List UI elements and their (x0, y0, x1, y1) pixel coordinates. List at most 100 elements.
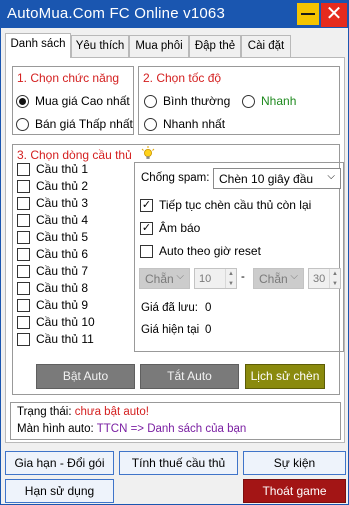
chevron-down-icon: ⌵ (290, 271, 298, 282)
auto-reset-checkbox[interactable]: Auto theo giờ reset (140, 244, 261, 258)
events-button[interactable]: Sự kiện (243, 451, 346, 475)
reset-to-parity-select[interactable]: Chẵn ⌵ (253, 268, 304, 289)
tab-dap-the[interactable]: Đập thẻ (189, 35, 241, 57)
player-label: Cầu thủ 1 (36, 162, 89, 176)
status-box: Trạng thái: chưa bật auto! Màn hình auto… (10, 402, 341, 440)
radio-ban-gia-thap-nhat[interactable]: Bán giá Thấp nhất (16, 117, 133, 131)
player-checkbox-6[interactable]: Cầu thủ 6 (17, 247, 88, 261)
exit-game-button[interactable]: Thoát game (243, 479, 346, 503)
radio-mua-gia-cao-nhat[interactable]: Mua giá Cao nhất (16, 94, 130, 108)
radio-label: Nhanh (261, 94, 297, 108)
player-list: Cầu thủ 1 Cầu thủ 2 Cầu thủ 3 Cầu thủ 4 … (17, 162, 129, 352)
player-checkbox-8[interactable]: Cầu thủ 8 (17, 281, 88, 295)
insert-history-button[interactable]: Lịch sử chèn (245, 364, 325, 389)
checkbox (17, 196, 30, 210)
renew-plan-button[interactable]: Gia hạn - Đổi gói (5, 451, 114, 475)
checkbox (17, 281, 30, 295)
radio-dot (144, 94, 157, 108)
player-checkbox-4[interactable]: Cầu thủ 4 (17, 213, 88, 227)
reset-to-hour-stepper[interactable]: 30 ▲ ▼ (308, 268, 341, 289)
reset-range-dash: - (241, 271, 245, 283)
current-price-value: 0 (205, 324, 212, 336)
spam-select[interactable]: Chèn 10 giây đầu ⌵ (213, 168, 341, 189)
stepper-value: 30 (313, 273, 326, 285)
tab-danh-sach[interactable]: Danh sách (5, 33, 71, 58)
spam-select-value: Chèn 10 giây đầu (219, 172, 314, 186)
player-checkbox-1[interactable]: Cầu thủ 1 (17, 162, 88, 176)
player-checkbox-10[interactable]: Cầu thủ 10 (17, 315, 95, 329)
speed-group-title: 2. Chọn tốc độ (143, 71, 222, 85)
checkbox (140, 244, 153, 258)
checkbox (17, 332, 30, 346)
radio-dot (144, 117, 157, 131)
player-label: Cầu thủ 5 (36, 230, 89, 244)
player-checkbox-5[interactable]: Cầu thủ 5 (17, 230, 88, 244)
title-bar[interactable]: AutoMua.Com FC Online v1063 ✕ (1, 1, 348, 28)
player-label: Cầu thủ 11 (36, 332, 94, 346)
player-tax-button[interactable]: Tính thuế cầu thủ (119, 451, 238, 475)
checkbox (17, 264, 30, 278)
radio-label: Nhanh nhất (163, 117, 226, 131)
player-checkbox-11[interactable]: Cầu thủ 11 (17, 332, 94, 346)
spam-label: Chống spam: (141, 172, 210, 184)
function-group-title: 1. Chọn chức năng (17, 71, 120, 85)
close-button[interactable]: ✕ (321, 3, 347, 27)
checkbox-label: Tiếp tục chèn cầu thủ còn lại (159, 198, 312, 212)
app-window: AutoMua.Com FC Online v1063 ✕ Danh sách … (0, 0, 349, 505)
chevron-down-icon: ⌵ (327, 171, 335, 182)
checkbox (17, 162, 30, 176)
checkbox-label: Auto theo giờ reset (159, 244, 261, 258)
sound-checkbox[interactable]: ✓ Âm báo (140, 221, 200, 235)
player-group: 3. Chọn dòng cầu thủ Cầu thủ 1 Cầu thủ 2… (12, 144, 344, 395)
player-label: Cầu thủ 4 (36, 213, 89, 227)
chevron-down-icon: ⌵ (176, 271, 184, 282)
lightbulb-icon (141, 146, 155, 160)
radio-dot (242, 94, 255, 108)
status-value: chưa bật auto! (74, 406, 149, 418)
checkbox (17, 315, 30, 329)
radio-dot (16, 94, 29, 108)
player-group-title: 3. Chọn dòng cầu thủ (17, 148, 132, 162)
function-group: 1. Chọn chức năng Mua giá Cao nhất Bán g… (12, 66, 134, 135)
screen-label: Màn hình auto: (17, 423, 94, 435)
player-checkbox-7[interactable]: Cầu thủ 7 (17, 264, 88, 278)
stepper-value: 10 (199, 273, 212, 285)
checkbox: ✓ (140, 221, 153, 235)
current-price-label: Giá hiện tại (141, 324, 200, 336)
radio-binh-thuong[interactable]: Bình thường (144, 94, 230, 108)
player-checkbox-9[interactable]: Cầu thủ 9 (17, 298, 88, 312)
continue-insert-checkbox[interactable]: ✓ Tiếp tục chèn cầu thủ còn lại (140, 198, 311, 212)
checkbox (17, 230, 30, 244)
radio-label: Mua giá Cao nhất (35, 94, 130, 108)
saved-price-label: Giá đã lưu: (141, 302, 198, 314)
start-auto-button[interactable]: Bật Auto (36, 364, 135, 389)
tab-cai-dat[interactable]: Cài đặt (241, 35, 291, 57)
player-checkbox-2[interactable]: Cầu thủ 2 (17, 179, 88, 193)
expiry-button[interactable]: Hạn sử dụng (5, 479, 114, 503)
player-label: Cầu thủ 6 (36, 247, 89, 261)
radio-nhanh-nhat[interactable]: Nhanh nhất (144, 117, 225, 131)
saved-price-value: 0 (205, 302, 212, 314)
settings-panel: Chống spam: Chèn 10 giây đầu ⌵ ✓ Tiếp tụ… (134, 162, 344, 352)
player-checkbox-3[interactable]: Cầu thủ 3 (17, 196, 88, 210)
stepper-arrows-icon: ▲ ▼ (329, 269, 340, 288)
player-label: Cầu thủ 3 (36, 196, 89, 210)
radio-nhanh[interactable]: Nhanh (242, 94, 296, 108)
radio-label: Bình thường (163, 94, 231, 108)
screen-value: TTCN => Danh sách của bạn (96, 423, 247, 435)
minimize-icon (301, 13, 315, 15)
radio-dot (16, 117, 29, 131)
player-label: Cầu thủ 2 (36, 179, 89, 193)
tab-yeu-thich[interactable]: Yêu thích (71, 35, 129, 57)
select-value: Chẵn (145, 272, 174, 286)
minimize-button[interactable] (297, 3, 319, 25)
reset-from-parity-select[interactable]: Chẵn ⌵ (139, 268, 190, 289)
stop-auto-button[interactable]: Tắt Auto (140, 364, 239, 389)
checkbox: ✓ (140, 198, 153, 212)
tab-mua-phoi[interactable]: Mua phôi (129, 35, 189, 57)
checkbox-label: Âm báo (159, 221, 201, 235)
status-label: Trạng thái: (17, 406, 72, 418)
checkbox (17, 179, 30, 193)
status-line: Trạng thái: chưa bật auto! (17, 406, 149, 418)
reset-from-hour-stepper[interactable]: 10 ▲ ▼ (194, 268, 237, 289)
